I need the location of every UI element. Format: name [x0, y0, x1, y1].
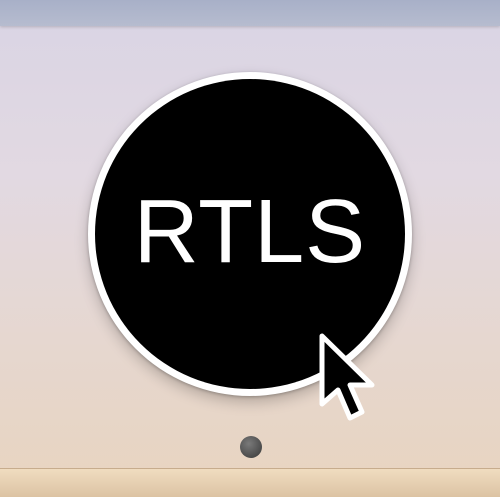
- dock-shelf: [0, 468, 500, 497]
- menu-bar: [0, 0, 500, 26]
- arrow-pointer-icon: [319, 333, 375, 421]
- app-running-indicator: [240, 436, 262, 458]
- app-icon-label: RTLS: [133, 182, 367, 282]
